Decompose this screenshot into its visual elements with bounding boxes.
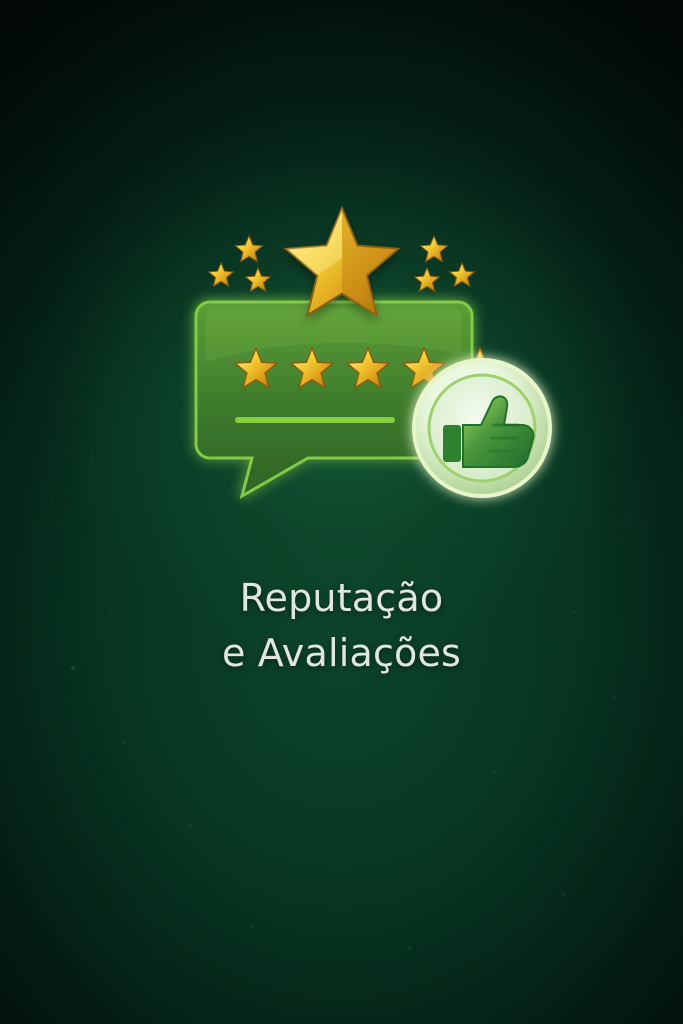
large-star-icon: [283, 205, 401, 318]
reputation-reviews-illustration: [190, 196, 570, 516]
thumbs-up-badge: [412, 358, 552, 498]
title-line-1: Reputação: [239, 576, 444, 620]
title-line-2: e Avaliações: [221, 631, 462, 675]
reputation-card: Reputação e Avaliações: [0, 0, 683, 1024]
